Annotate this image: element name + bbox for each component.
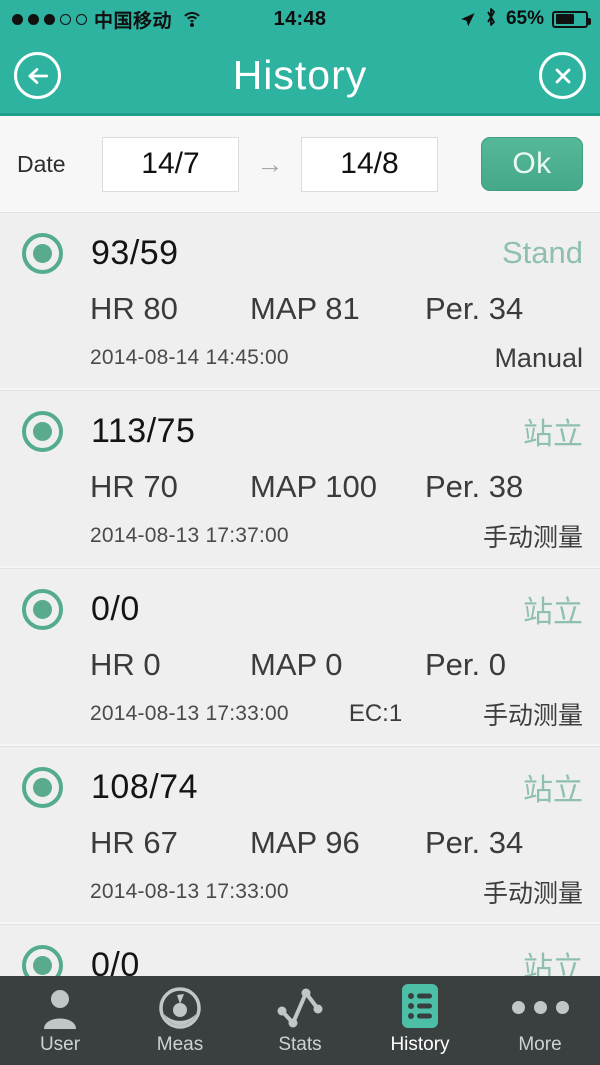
record-primary-line: 0/0 站立 <box>17 569 583 639</box>
ok-button[interactable]: Ok <box>481 137 583 191</box>
location-arrow-icon <box>461 12 475 26</box>
blood-pressure-value: 93/59 <box>91 233 179 272</box>
tab-history[interactable]: History <box>360 976 480 1065</box>
status-bar-right: 65% <box>459 7 591 31</box>
record-timestamp: 2014-08-13 17:33:00 <box>90 702 289 725</box>
tab-label: Stats <box>278 1034 322 1055</box>
map-value: MAP 0 <box>250 647 343 682</box>
end-date-input[interactable]: 14/8 <box>301 136 438 192</box>
perfusion-value: Per. 0 <box>425 647 506 682</box>
measurement-method-label: 手动测量 <box>482 702 583 730</box>
record-meta-line: 2014-08-13 17:33:00 手动测量 <box>17 869 583 915</box>
record-primary-line: 113/75 站立 <box>17 391 583 461</box>
record-metrics-line: HR 0 MAP 0 Per. 0 <box>17 639 583 691</box>
bottom-tab-bar: User Meas Stats History More <box>0 976 600 1065</box>
record-timestamp: 2014-08-14 14:45:00 <box>90 346 289 369</box>
tab-more[interactable]: More <box>480 976 600 1065</box>
measurement-method-label: 手动测量 <box>482 880 583 908</box>
map-value: MAP 81 <box>250 291 360 326</box>
tab-label: More <box>518 1034 562 1055</box>
record-meta-line: 2014-08-14 14:45:00 Manual <box>17 335 583 381</box>
posture-label: 站立 <box>523 952 583 976</box>
blood-pressure-value: 0/0 <box>91 945 140 977</box>
table-row[interactable]: 0/0 站立 <box>0 925 600 976</box>
heart-rate-value: HR 0 <box>90 647 161 682</box>
heart-rate-value: HR 70 <box>90 469 178 504</box>
status-bar: 中国移动 14:48 65% <box>0 0 600 38</box>
blood-pressure-value: 113/75 <box>91 411 196 450</box>
record-primary-line: 108/74 站立 <box>17 747 583 817</box>
date-label: Date <box>17 150 66 177</box>
record-selector-icon[interactable] <box>22 232 63 274</box>
map-value: MAP 100 <box>250 469 377 504</box>
user-icon <box>40 985 80 1029</box>
perfusion-value: Per. 34 <box>425 825 524 860</box>
error-code-label: EC:1 <box>348 700 403 727</box>
blood-pressure-value: 0/0 <box>91 589 140 628</box>
record-metrics-line: HR 80 MAP 81 Per. 34 <box>17 283 583 335</box>
table-row[interactable]: 108/74 站立 HR 67 MAP 96 Per. 34 2014-08-13 17:… <box>0 747 600 925</box>
gauge-icon <box>159 985 201 1029</box>
record-metrics-line: HR 67 MAP 96 Per. 34 <box>17 817 583 869</box>
close-icon[interactable] <box>539 52 586 99</box>
measurement-method-label: 手动测量 <box>482 524 583 552</box>
record-selector-icon[interactable] <box>22 944 63 976</box>
record-selector-icon[interactable] <box>22 588 63 630</box>
record-timestamp: 2014-08-13 17:33:00 <box>90 880 289 903</box>
record-primary-line: 93/59 Stand <box>17 213 583 283</box>
tab-user[interactable]: User <box>0 976 120 1065</box>
posture-label: Stand <box>501 235 583 270</box>
tab-meas[interactable]: Meas <box>120 976 240 1065</box>
record-timestamp: 2014-08-13 17:37:00 <box>90 524 289 547</box>
tab-label: History <box>390 1034 450 1055</box>
heart-rate-value: HR 80 <box>90 291 178 326</box>
posture-label: 站立 <box>523 774 583 807</box>
perfusion-value: Per. 38 <box>425 469 524 504</box>
tab-stats[interactable]: Stats <box>240 976 360 1065</box>
navigation-bar: History <box>0 38 600 116</box>
record-primary-line: 0/0 站立 <box>17 925 583 976</box>
perfusion-value: Per. 34 <box>425 291 524 326</box>
record-meta-line: 2014-08-13 17:37:00 手动测量 <box>17 513 583 559</box>
line-chart-icon <box>277 985 323 1029</box>
date-filter-bar: Date 14/7 → 14/8 Ok <box>0 116 600 213</box>
tab-label: User <box>39 1034 81 1055</box>
blood-pressure-value: 108/74 <box>91 767 198 806</box>
measurement-method-label: Manual <box>494 342 583 373</box>
battery-icon <box>552 10 591 28</box>
list-icon <box>400 984 440 1029</box>
record-metrics-line: HR 70 MAP 100 Per. 38 <box>17 461 583 513</box>
date-range-arrow-icon: → <box>256 148 284 179</box>
page-title: History <box>232 52 368 98</box>
battery-percent-label: 65% <box>505 8 544 29</box>
table-row[interactable]: 93/59 Stand HR 80 MAP 81 Per. 34 2014-08-14 1… <box>0 213 600 391</box>
posture-label: 站立 <box>523 418 583 451</box>
map-value: MAP 96 <box>250 825 360 860</box>
table-row[interactable]: 0/0 站立 HR 0 MAP 0 Per. 0 2014-08-13 17:33:00 E… <box>0 569 600 747</box>
record-meta-line: 2014-08-13 17:33:00 EC:1 手动测量 <box>17 691 583 737</box>
table-row[interactable]: 113/75 站立 HR 70 MAP 100 Per. 38 2014-08-13 17… <box>0 391 600 569</box>
bluetooth-icon <box>484 7 498 31</box>
posture-label: 站立 <box>523 596 583 629</box>
back-arrow-icon[interactable] <box>14 52 61 99</box>
start-date-input[interactable]: 14/7 <box>102 136 239 192</box>
tab-label: Meas <box>156 1034 204 1055</box>
heart-rate-value: HR 67 <box>90 825 178 860</box>
history-record-list[interactable]: 93/59 Stand HR 80 MAP 81 Per. 34 2014-08-14 1… <box>0 213 600 976</box>
ellipsis-icon <box>511 985 569 1029</box>
record-selector-icon[interactable] <box>22 766 63 808</box>
record-selector-icon[interactable] <box>22 410 63 452</box>
